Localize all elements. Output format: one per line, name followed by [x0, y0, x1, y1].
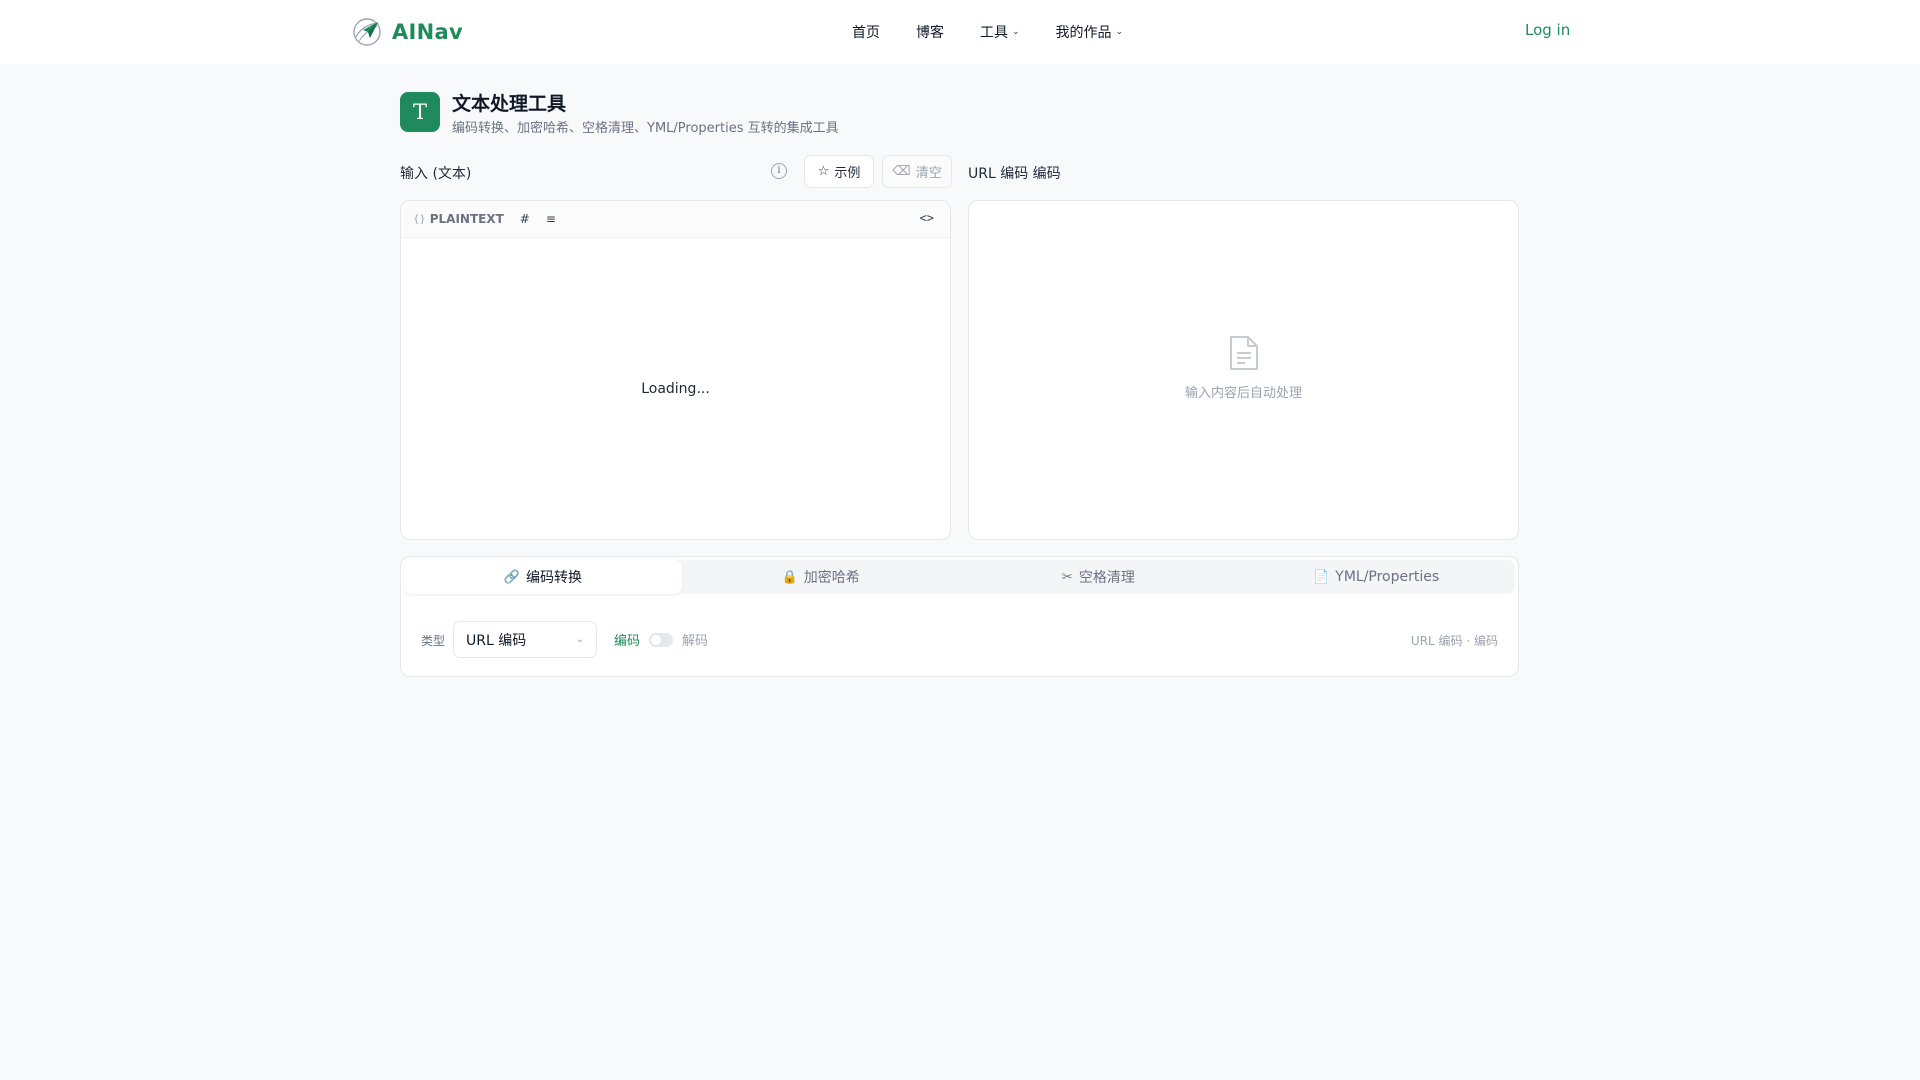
file-convert-icon: 📄: [1313, 569, 1330, 585]
type-select-value: URL 编码: [466, 632, 527, 649]
toggle-knob: [651, 635, 661, 645]
type-label: 类型: [421, 634, 446, 648]
type-select[interactable]: URL 编码 ⌄: [453, 621, 597, 658]
output-empty-text: 输入内容后自动处理: [1184, 386, 1302, 401]
main-nav: 首页 博客 工具 ⌄ 我的作品 ⌄: [852, 20, 1159, 44]
editor-toolbar: {} PLAINTEXT # ≡ <>: [401, 201, 950, 238]
chevron-down-icon: ⌄: [1115, 27, 1124, 37]
link-icon: 🔗: [503, 569, 520, 585]
document-icon: [1229, 336, 1258, 370]
nav-home-label: 首页: [852, 25, 880, 41]
braces-icon: {}: [413, 213, 426, 225]
lock-icon: 🔒: [781, 569, 798, 585]
nav-my-works[interactable]: 我的作品 ⌄: [1056, 22, 1124, 42]
star-icon: ☆: [817, 164, 830, 179]
brand-link[interactable]: AINav: [352, 16, 463, 48]
page-subtitle: 编码转换、加密哈希、空格清理、YML/Properties 互转的集成工具: [452, 121, 839, 136]
chevron-down-icon: ⌄: [575, 634, 584, 645]
eraser-icon: ⌫: [892, 164, 911, 179]
example-button[interactable]: ☆ 示例: [804, 155, 874, 188]
tab-yml-properties-label: YML/Properties: [1335, 569, 1440, 585]
nav-tools-label: 工具: [980, 25, 1008, 41]
operation-card: 🔗 编码转换 🔒 加密哈希 ✂ 空格清理 📄 YML/Properties 类型…: [400, 556, 1519, 677]
output-label: URL 编码 编码: [968, 166, 1061, 182]
clear-button-label: 清空: [915, 166, 942, 181]
language-selector[interactable]: {} PLAINTEXT: [413, 212, 504, 226]
input-label: 输入 (文本): [400, 166, 472, 182]
chevron-down-icon: ⌄: [1012, 27, 1020, 37]
language-label: PLAINTEXT: [429, 212, 504, 226]
brand-name: AINav: [392, 20, 464, 44]
nav-blog-label: 博客: [916, 25, 944, 41]
nav-my-works-label: 我的作品: [1055, 25, 1112, 41]
encode-decode-toggle[interactable]: [649, 633, 673, 647]
scissors-icon: ✂: [1061, 569, 1073, 585]
input-editor-panel: {} PLAINTEXT # ≡ <> Loading...: [400, 200, 951, 540]
encode-label[interactable]: 编码: [614, 630, 640, 649]
tab-whitespace[interactable]: ✂ 空格清理: [960, 560, 1238, 594]
tool-icon: T: [400, 92, 440, 132]
tab-yml-properties[interactable]: 📄 YML/Properties: [1237, 560, 1515, 594]
mode-summary: URL 编码 · 编码: [1410, 634, 1498, 648]
tab-hash[interactable]: 🔒 加密哈希: [682, 560, 960, 594]
clear-button[interactable]: ⌫ 清空: [882, 155, 952, 188]
tab-hash-label: 加密哈希: [803, 570, 860, 586]
nav-home[interactable]: 首页: [852, 22, 880, 42]
nav-blog[interactable]: 博客: [916, 22, 944, 42]
login-link[interactable]: Log in: [1525, 21, 1570, 39]
line-numbers-icon[interactable]: #: [520, 212, 530, 226]
decode-label[interactable]: 解码: [682, 630, 708, 649]
tab-whitespace-label: 空格清理: [1078, 570, 1135, 586]
operation-tabs: 🔗 编码转换 🔒 加密哈希 ✂ 空格清理 📄 YML/Properties: [404, 560, 1515, 594]
info-icon[interactable]: i: [771, 163, 787, 179]
brand-logo-icon: [353, 18, 381, 46]
nav-tools[interactable]: 工具 ⌄: [980, 22, 1020, 42]
top-navbar: AINav 首页 博客 工具 ⌄ 我的作品 ⌄ Log in: [0, 0, 1920, 64]
output-empty-state: 输入内容后自动处理: [969, 334, 1518, 401]
word-wrap-icon[interactable]: ≡: [546, 212, 556, 226]
tab-encoding-label: 编码转换: [525, 570, 582, 586]
page-title: 文本处理工具: [452, 93, 567, 115]
tab-encoding[interactable]: 🔗 编码转换: [404, 560, 682, 594]
code-view-icon[interactable]: <>: [920, 211, 934, 225]
output-panel: 输入内容后自动处理: [968, 200, 1519, 540]
editor-loading: Loading...: [641, 381, 710, 397]
example-button-label: 示例: [834, 166, 861, 181]
